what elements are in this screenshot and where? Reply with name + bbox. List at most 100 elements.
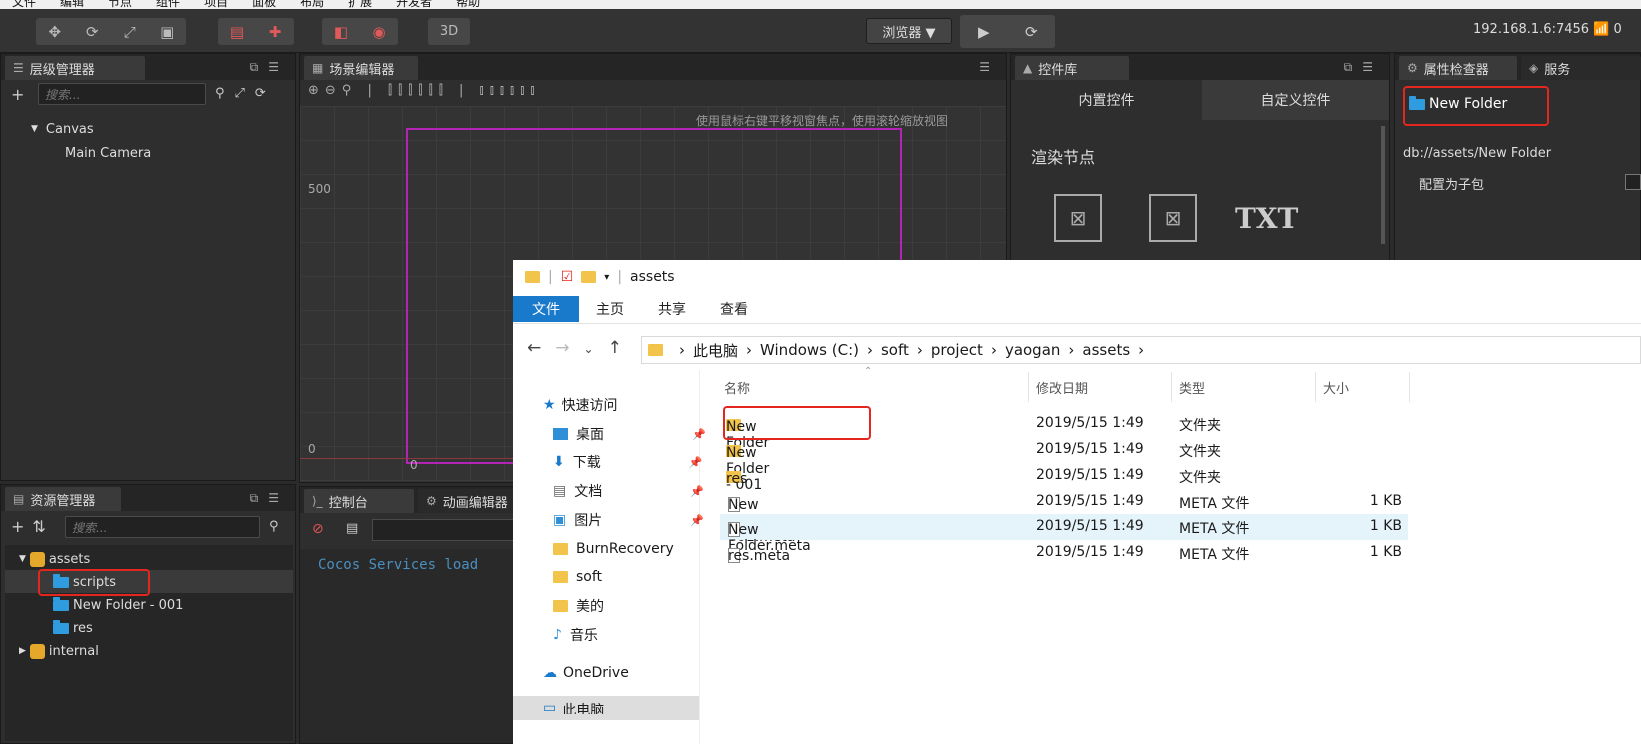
collapse-arrow-icon[interactable]: ▶ bbox=[19, 646, 26, 656]
label-widget-icon[interactable]: TXT bbox=[1235, 202, 1298, 235]
rect-tool-icon[interactable]: ▣ bbox=[149, 18, 187, 45]
services-tab[interactable]: ◈ 服务 bbox=[1521, 56, 1641, 80]
animation-tab[interactable]: ⚙ 动画编辑器 bbox=[418, 489, 520, 513]
assets-tab[interactable]: ▤ 资源管理器 bbox=[5, 487, 121, 511]
ribbon-tab-share[interactable]: 共享 bbox=[647, 296, 697, 322]
menu-node[interactable]: 节点 bbox=[108, 0, 132, 9]
crumb-yaogan[interactable]: yaogan bbox=[1005, 341, 1060, 359]
menu-help[interactable]: 帮助 bbox=[456, 0, 480, 9]
tree-node-internal[interactable]: ▶ internal bbox=[19, 640, 99, 662]
widgets-tab[interactable]: ▲ 控件库 bbox=[1015, 56, 1129, 80]
sprite-widget-icon[interactable]: ⊠ bbox=[1054, 194, 1102, 242]
file-row-new-folder-meta[interactable]: New Folder.meta 2019/5/15 1:49 META 文件 1… bbox=[720, 514, 1408, 554]
subpackage-checkbox[interactable] bbox=[1625, 174, 1641, 190]
widgets-scrollbar[interactable] bbox=[1381, 126, 1385, 244]
panel-menu-icon[interactable]: ☰ bbox=[979, 60, 1000, 74]
file-row-new-folder-001-meta[interactable]: New Folder - 001.meta 2019/5/15 1:49 MET… bbox=[720, 489, 1408, 545]
tab-builtin-widgets[interactable]: 内置控件 bbox=[1013, 80, 1200, 120]
menu-project[interactable]: 项目 bbox=[204, 0, 228, 9]
rotate-tool-icon[interactable]: ⟳ bbox=[74, 18, 112, 45]
ribbon-tab-view[interactable]: 查看 bbox=[709, 296, 759, 322]
preview-platform-select[interactable]: 浏览器 ▼ bbox=[866, 18, 952, 44]
console-tab[interactable]: ⟩_ 控制台 bbox=[304, 489, 414, 513]
expand-arrow-icon[interactable]: ▼ bbox=[31, 124, 38, 134]
pin-icon[interactable]: 📌 bbox=[689, 456, 703, 469]
file-row-new-folder-001[interactable]: New Folder - 001 2019/5/15 1:49 文件夹 bbox=[720, 437, 1408, 493]
inspector-tab[interactable]: ⚙ 属性检查器 bbox=[1399, 56, 1517, 80]
column-size[interactable]: 大小 bbox=[1323, 378, 1349, 397]
hierarchy-search-input[interactable]: 搜索... bbox=[38, 83, 206, 105]
tree-node-main-camera[interactable]: Main Camera bbox=[65, 142, 151, 164]
tree-node-canvas[interactable]: ▼ Canvas bbox=[31, 118, 94, 140]
toggle-3d-button[interactable]: 3D bbox=[428, 18, 470, 45]
nav-onedrive[interactable]: ☁ OneDrive bbox=[543, 661, 629, 685]
column-divider[interactable] bbox=[1315, 372, 1316, 402]
menu-panel[interactable]: 面板 bbox=[252, 0, 276, 9]
nav-desktop[interactable]: 桌面 📌 bbox=[553, 422, 706, 446]
local-coord-icon[interactable]: ◧ bbox=[322, 18, 360, 45]
forward-arrow-icon[interactable]: → bbox=[555, 338, 583, 358]
file-row-res[interactable]: res 2019/5/15 1:49 文件夹 bbox=[720, 463, 1408, 489]
panel-menu-icon[interactable]: ⧉☰ bbox=[1344, 60, 1383, 75]
sprite-splash-widget-icon[interactable]: ⊠ bbox=[1149, 194, 1197, 242]
ribbon-tab-home[interactable]: 主页 bbox=[585, 296, 635, 322]
tree-node-assets[interactable]: ▼ assets bbox=[19, 548, 90, 570]
crumb-soft[interactable]: soft bbox=[881, 341, 909, 359]
column-type[interactable]: 类型 bbox=[1179, 378, 1205, 397]
global-coord-icon[interactable]: ◉ bbox=[360, 18, 398, 45]
menu-developer[interactable]: 开发者 bbox=[396, 0, 432, 9]
column-divider[interactable] bbox=[1409, 372, 1410, 402]
crumb-project[interactable]: project bbox=[931, 341, 983, 359]
address-bar[interactable]: › 此电脑 › Windows (C:) › soft › project › yaoga… bbox=[641, 336, 1641, 364]
ribbon-tab-file[interactable]: 文件 bbox=[513, 296, 579, 322]
tab-custom-widgets[interactable]: 自定义控件 bbox=[1202, 80, 1389, 120]
panel-menu-icon[interactable]: ⧉☰ bbox=[250, 60, 289, 75]
nav-pictures[interactable]: ▣ 图片 📌 bbox=[553, 508, 704, 532]
log-file-icon[interactable]: ▤ bbox=[346, 521, 358, 536]
menu-extension[interactable]: 扩展 bbox=[348, 0, 372, 9]
nav-downloads[interactable]: ⬇ 下载 📌 bbox=[553, 450, 702, 474]
hierarchy-tools-icon[interactable]: ⚲⤢⟳ bbox=[215, 86, 276, 101]
pivot-icon[interactable]: ▤ bbox=[218, 18, 256, 45]
nav-burnrecovery[interactable]: BurnRecovery bbox=[553, 537, 674, 561]
nav-this-pc-selected[interactable] bbox=[513, 696, 699, 720]
menu-file[interactable]: 文件 bbox=[12, 0, 36, 9]
center-icon[interactable]: ✚ bbox=[256, 18, 294, 45]
tree-node-new-folder-001[interactable]: New Folder - 001 bbox=[53, 594, 183, 616]
scale-tool-icon[interactable]: ⤢ bbox=[111, 18, 149, 45]
panel-menu-icon[interactable]: ⧉☰ bbox=[250, 491, 289, 506]
pin-icon[interactable]: 📌 bbox=[690, 485, 704, 498]
search-icon[interactable]: ⚲ bbox=[269, 519, 279, 534]
nav-meidi[interactable]: 美的 bbox=[553, 594, 604, 618]
up-arrow-icon[interactable]: ↑ bbox=[608, 338, 636, 358]
properties-icon[interactable]: ☑ bbox=[561, 269, 574, 285]
add-asset-icon[interactable]: +⇅ bbox=[11, 517, 54, 536]
pin-icon[interactable]: 📌 bbox=[692, 428, 706, 441]
crumb-assets[interactable]: assets bbox=[1082, 341, 1130, 359]
clear-log-icon[interactable]: ⊘ bbox=[312, 521, 324, 537]
nav-documents[interactable]: ▤ 文档 📌 bbox=[553, 479, 704, 503]
add-node-icon[interactable]: + bbox=[11, 85, 24, 104]
quick-access-dropdown-icon[interactable]: ▾ bbox=[604, 272, 609, 283]
back-arrow-icon[interactable]: ← bbox=[527, 338, 555, 358]
nav-this-pc[interactable]: ▭ 此电脑 bbox=[543, 700, 604, 714]
log-filter-input[interactable] bbox=[372, 519, 518, 541]
menu-layout[interactable]: 布局 bbox=[300, 0, 324, 9]
menu-edit[interactable]: 编辑 bbox=[60, 0, 84, 9]
new-folder-icon[interactable] bbox=[581, 271, 597, 283]
nav-quick-access[interactable]: ★ 快速访问 bbox=[543, 393, 618, 417]
nav-soft[interactable]: soft bbox=[553, 565, 602, 589]
column-name[interactable]: 名称 bbox=[724, 378, 750, 397]
hierarchy-tab[interactable]: ☰ 层级管理器 bbox=[5, 56, 145, 80]
column-date[interactable]: 修改日期 bbox=[1036, 378, 1088, 397]
file-row-res-meta[interactable]: res.meta 2019/5/15 1:49 META 文件 1 KB bbox=[720, 540, 1408, 566]
scene-tab[interactable]: ▦ 场景编辑器 bbox=[304, 56, 418, 80]
recent-dropdown-icon[interactable]: ⌄ bbox=[584, 342, 608, 356]
nav-music[interactable]: ♪ 音乐 bbox=[553, 623, 598, 647]
menu-component[interactable]: 组件 bbox=[156, 0, 180, 9]
crumb-c-drive[interactable]: Windows (C:) bbox=[760, 341, 859, 359]
expand-arrow-icon[interactable]: ▼ bbox=[19, 554, 26, 564]
move-tool-icon[interactable]: ✥ bbox=[36, 18, 74, 45]
refresh-icon[interactable]: ⟳ bbox=[1008, 15, 1056, 48]
play-icon[interactable]: ▶ bbox=[960, 15, 1008, 48]
